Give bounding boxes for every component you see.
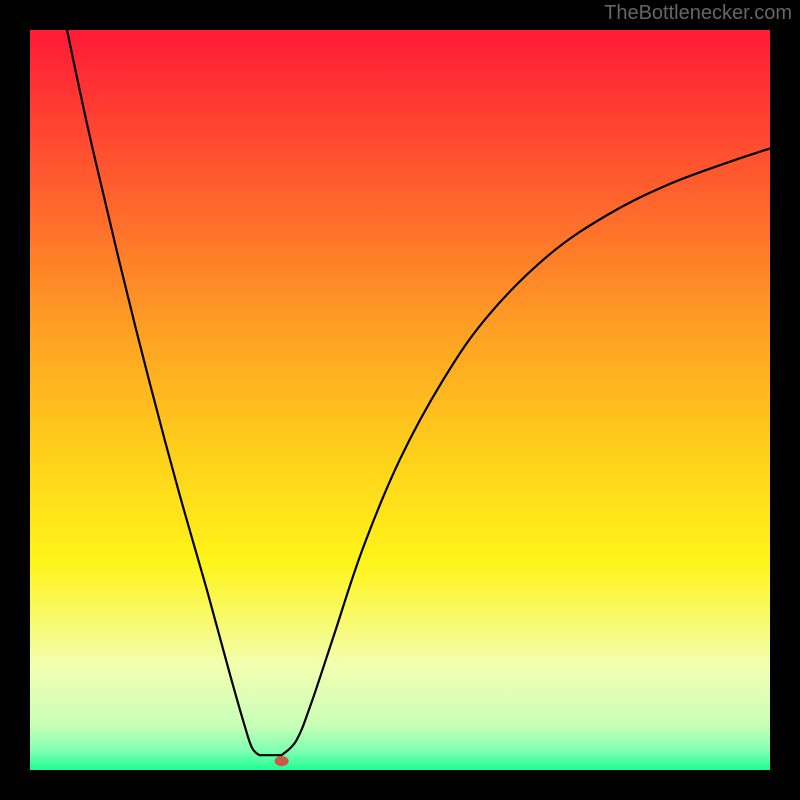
plot-background <box>30 30 770 770</box>
watermark-text: TheBottlenecker.com <box>604 2 792 25</box>
minimum-marker <box>275 756 289 766</box>
chart-container: TheBottlenecker.com <box>0 0 800 800</box>
bottleneck-chart <box>0 0 800 800</box>
